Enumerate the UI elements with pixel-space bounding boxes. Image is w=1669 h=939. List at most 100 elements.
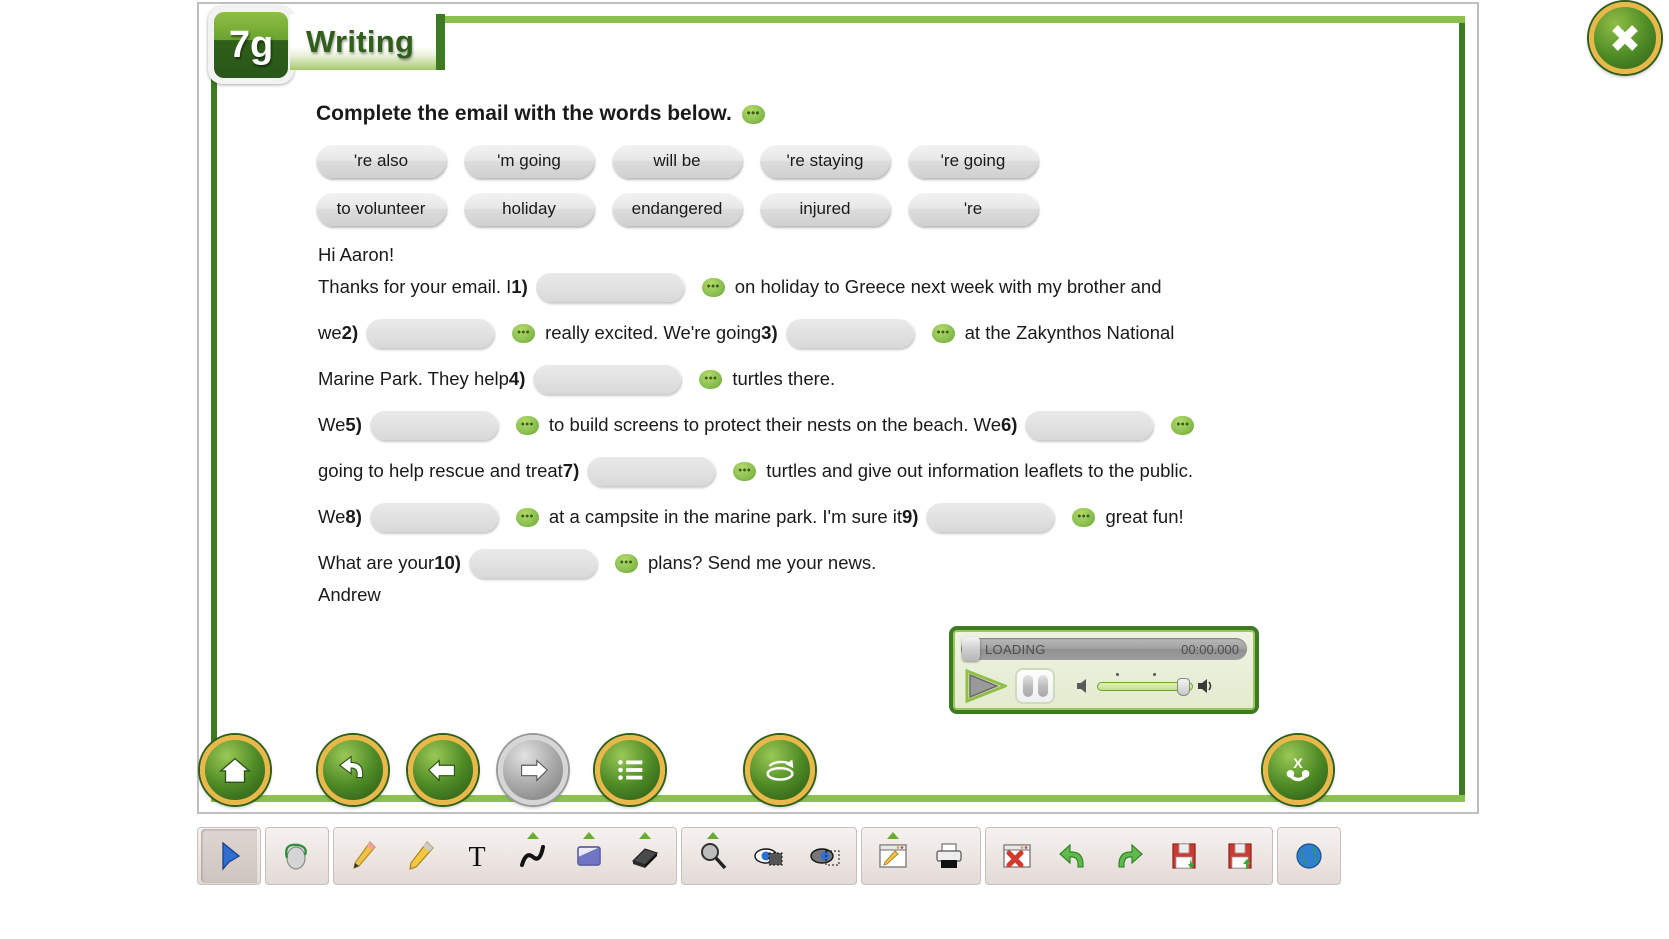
cursor-arrow-icon xyxy=(222,841,241,871)
chevron-up-icon xyxy=(639,832,651,839)
answer-blank-8[interactable] xyxy=(369,502,498,532)
save-as-button[interactable] xyxy=(1213,829,1269,883)
chevron-up-icon xyxy=(887,832,899,839)
redo-green-arrow-icon xyxy=(1118,843,1143,868)
answer-blank-1[interactable] xyxy=(535,272,684,302)
pencil-icon xyxy=(353,841,376,869)
magnifier-icon xyxy=(701,843,727,870)
speech-bubble-icon[interactable] xyxy=(733,461,757,481)
speech-bubble-icon[interactable] xyxy=(701,277,725,297)
speech-bubble-icon[interactable] xyxy=(515,415,539,435)
progress-handle[interactable] xyxy=(962,637,980,661)
speech-bubble-icon[interactable] xyxy=(515,507,539,527)
word-bank-row: to volunteer holiday endangered injured … xyxy=(316,192,1076,226)
home-button[interactable] xyxy=(200,735,270,805)
speech-bubble-icon[interactable] xyxy=(741,104,765,124)
word-chip[interactable]: 'm going xyxy=(464,144,594,178)
line-tool[interactable] xyxy=(505,829,561,883)
answer-blank-9[interactable] xyxy=(926,502,1055,532)
mouse-tool[interactable] xyxy=(269,829,325,883)
reset-button[interactable] xyxy=(745,735,815,805)
line-text: really excited. We're going xyxy=(545,322,762,343)
text-t-icon: T xyxy=(468,842,485,873)
line-text: Thanks for your email. I xyxy=(318,276,512,297)
email-line-7: What are your 10) plans? Send me your ne… xyxy=(318,548,1278,578)
word-chip[interactable]: 're also xyxy=(316,144,446,178)
next-button[interactable] xyxy=(498,735,568,805)
square-shape-icon xyxy=(577,846,601,866)
annotate-page-button[interactable] xyxy=(865,829,921,883)
undo-button[interactable] xyxy=(318,735,388,805)
select-tool[interactable] xyxy=(201,829,257,883)
redo-annotation-button[interactable] xyxy=(1101,829,1157,883)
word-chip[interactable]: will be xyxy=(612,144,742,178)
hide-tool[interactable] xyxy=(741,829,797,883)
word-chip[interactable]: 're xyxy=(908,192,1038,226)
instruction-text: Complete the email with the words below. xyxy=(316,102,732,125)
speech-bubble-icon[interactable] xyxy=(1171,415,1195,435)
clear-annotations-button[interactable] xyxy=(989,829,1045,883)
eraser-tool[interactable] xyxy=(617,829,673,883)
chevron-up-icon xyxy=(527,832,539,839)
answer-blank-2[interactable] xyxy=(366,318,495,348)
speech-bubble-icon[interactable] xyxy=(512,323,536,343)
progress-track[interactable]: LOADING 00:00.000 xyxy=(961,637,1247,661)
right-arrow-icon xyxy=(521,759,549,782)
speech-bubble-icon[interactable] xyxy=(1072,507,1096,527)
answer-blank-3[interactable] xyxy=(785,318,914,348)
left-margin xyxy=(0,0,195,939)
curve-line-icon xyxy=(520,845,545,867)
shape-tool[interactable] xyxy=(561,829,617,883)
eye-hide-icon xyxy=(754,848,783,866)
line-text: we xyxy=(318,322,342,343)
undo-annotation-button[interactable] xyxy=(1045,829,1101,883)
email-line-3: Marine Park. They help 4) turtles there. xyxy=(318,364,1278,394)
pause-button[interactable] xyxy=(1015,668,1055,704)
speech-bubble-icon[interactable] xyxy=(699,369,723,389)
svg-text:T: T xyxy=(468,842,485,873)
zoom-tool[interactable] xyxy=(685,829,741,883)
speech-bubble-icon[interactable] xyxy=(614,553,638,573)
highlighter-tool[interactable] xyxy=(393,829,449,883)
check-answers-button[interactable]: X xyxy=(1263,735,1333,805)
previous-button[interactable] xyxy=(408,735,478,805)
answer-blank-10[interactable] xyxy=(468,548,597,578)
volume-slider[interactable] xyxy=(1097,672,1193,696)
right-margin xyxy=(1541,0,1669,939)
navigation-bar: X xyxy=(200,735,1490,811)
word-chip[interactable]: injured xyxy=(760,192,890,226)
save-button[interactable] xyxy=(1157,829,1213,883)
word-chip[interactable]: holiday xyxy=(464,192,594,226)
play-button[interactable] xyxy=(963,668,1007,704)
toolbar-group-draw: T xyxy=(333,827,677,885)
globe-icon xyxy=(1296,843,1322,869)
answer-blank-4[interactable] xyxy=(533,364,682,394)
close-button[interactable] xyxy=(1589,2,1661,74)
answer-blank-5[interactable] xyxy=(369,410,498,440)
page-title: Writing xyxy=(290,14,446,70)
marker-pen-icon xyxy=(409,841,434,870)
pen-tool[interactable] xyxy=(337,829,393,883)
word-chip[interactable]: 're going xyxy=(908,144,1038,178)
eye-reveal-icon xyxy=(810,848,840,866)
annotation-toolbar: T xyxy=(197,827,1479,885)
print-button[interactable] xyxy=(921,829,977,883)
answer-blank-6[interactable] xyxy=(1025,410,1154,440)
email-line-5: going to help rescue and treat 7) turtle… xyxy=(318,456,1278,486)
speech-bubble-icon[interactable] xyxy=(931,323,955,343)
word-chip[interactable]: endangered xyxy=(612,192,742,226)
web-links-button[interactable] xyxy=(1281,829,1337,883)
volume-handle[interactable] xyxy=(1177,677,1190,696)
player-time: 00:00.000 xyxy=(1181,641,1239,657)
unit-badge-label: 7g xyxy=(214,12,288,78)
word-chip[interactable]: to volunteer xyxy=(316,192,446,226)
line-text: to build screens to protect their nests … xyxy=(548,414,1002,435)
reveal-tool[interactable] xyxy=(797,829,853,883)
line-text: turtles there. xyxy=(732,368,836,389)
contents-button[interactable] xyxy=(595,735,665,805)
line-text: on holiday to Greece next week with my b… xyxy=(734,276,1162,297)
text-tool[interactable]: T xyxy=(449,829,505,883)
close-icon xyxy=(1612,25,1638,51)
word-chip[interactable]: 're staying xyxy=(760,144,890,178)
answer-blank-7[interactable] xyxy=(587,456,716,486)
